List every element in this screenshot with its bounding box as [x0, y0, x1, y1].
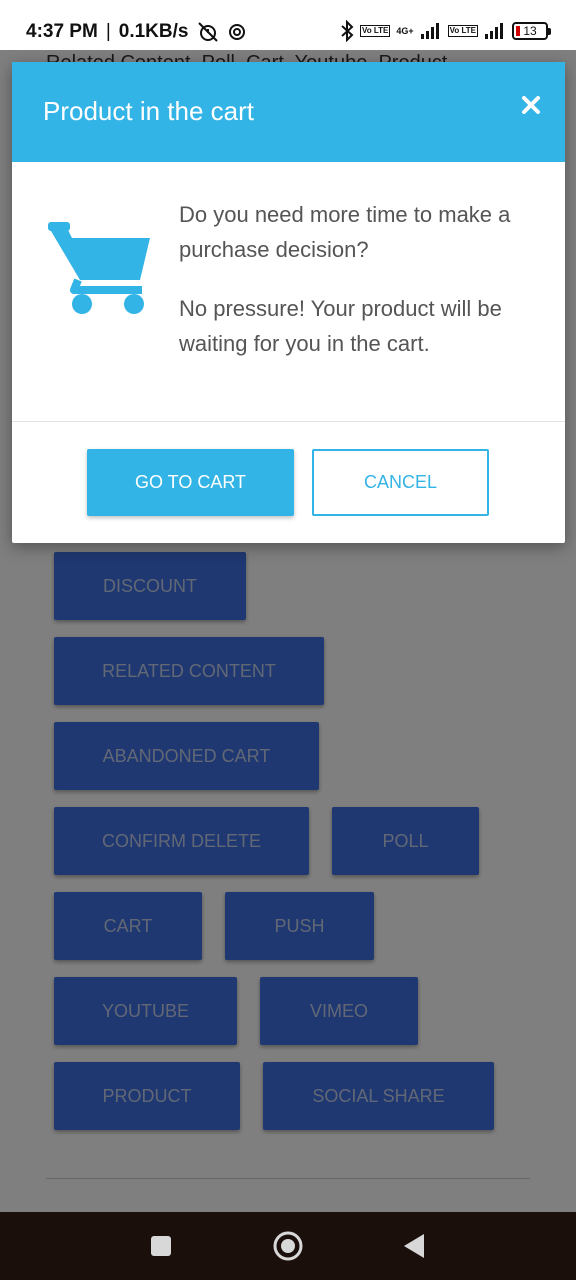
- status-left: 4:37 PM | 0.1KB/s: [26, 21, 246, 43]
- volte-tag-2: Vo LTE: [447, 25, 478, 37]
- network-type: 4G+: [396, 26, 414, 36]
- go-to-cart-button[interactable]: GO TO CART: [87, 449, 294, 516]
- status-time: 4:37 PM: [26, 21, 98, 42]
- battery-icon: 13: [512, 22, 551, 40]
- status-speed: 0.1KB/s: [118, 21, 189, 42]
- shopping-cart-icon: [46, 220, 154, 321]
- system-nav-bar: [0, 1212, 576, 1280]
- square-icon[interactable]: [145, 1230, 177, 1262]
- status-right: Vo LTE 4G+ Vo LTE 13: [340, 20, 551, 42]
- signal-icon-2: [485, 23, 503, 39]
- cart-reminder-dialog: Product in the cart Do you need more tim…: [12, 62, 565, 543]
- bluetooth-icon: [341, 20, 354, 42]
- dialog-divider: [12, 421, 565, 422]
- alarm-off-icon: [198, 22, 219, 42]
- cancel-button[interactable]: CANCEL: [312, 449, 489, 516]
- battery-level: 13: [523, 24, 537, 38]
- close-icon[interactable]: [515, 89, 547, 121]
- app-notification-icon: [229, 24, 246, 40]
- signal-icon-1: [420, 23, 439, 39]
- dialog-title: Product in the cart: [43, 96, 254, 126]
- triangle-back-icon[interactable]: [398, 1230, 430, 1262]
- status-separator: |: [105, 21, 111, 42]
- dialog-message-line-2: No pressure! Your product will be waitin…: [179, 296, 502, 356]
- dialog-message-line-1: Do you need more time to make a purchase…: [179, 202, 511, 262]
- circle-icon[interactable]: [272, 1230, 304, 1262]
- dialog-header: Product in the cart: [12, 62, 565, 162]
- dialog-message: Do you need more time to make a purchase…: [179, 197, 539, 361]
- volte-tag-1: Vo LTE: [359, 25, 391, 37]
